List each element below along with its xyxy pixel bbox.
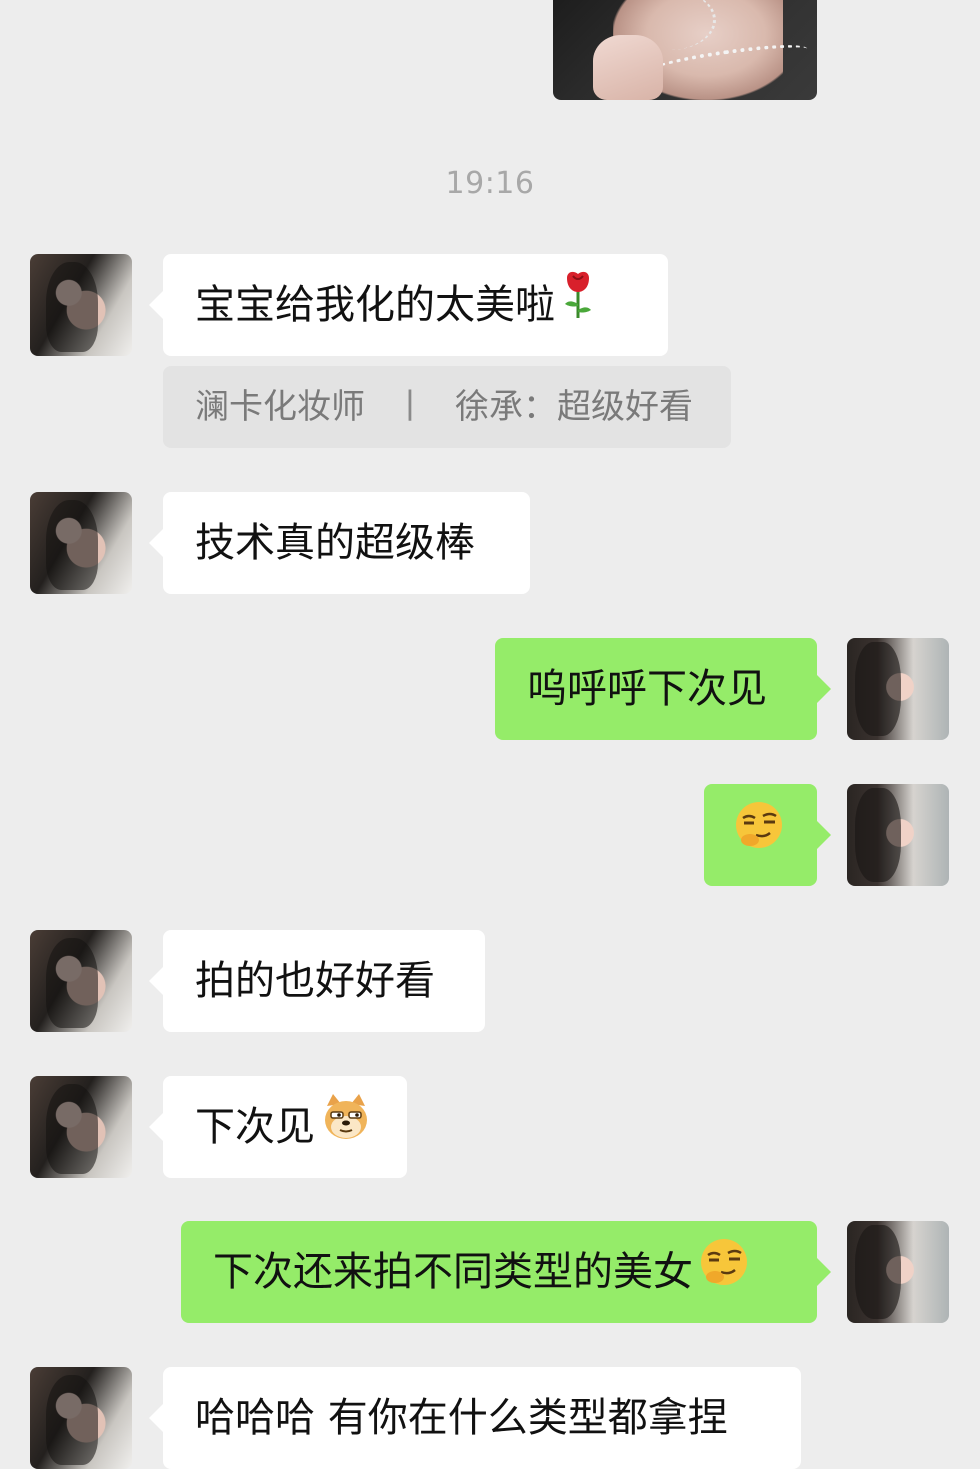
doge-emoji: [321, 1078, 371, 1180]
message-bubble[interactable]: [704, 784, 831, 888]
friend-avatar[interactable]: [30, 1076, 132, 1178]
friend-avatar[interactable]: [30, 254, 132, 356]
photo-message[interactable]: [553, 0, 817, 100]
friend-avatar[interactable]: [30, 930, 132, 1032]
message-text: 呜呼呼下次见: [527, 666, 767, 712]
friend-avatar[interactable]: [30, 492, 132, 594]
message-bubble[interactable]: 拍的也好好看: [149, 930, 485, 1032]
my-avatar[interactable]: [847, 638, 949, 740]
friend-avatar[interactable]: [30, 1367, 132, 1469]
rose-emoji: [561, 256, 595, 358]
message-bubble[interactable]: 下次还来拍不同类型的美女: [181, 1221, 831, 1325]
message-text: 宝宝给我化的太美啦: [195, 282, 555, 328]
my-avatar[interactable]: [847, 784, 949, 886]
message-text: 下次见: [195, 1104, 315, 1150]
message-bubble[interactable]: 技术真的超级棒: [149, 492, 530, 594]
my-avatar[interactable]: [847, 1221, 949, 1323]
message-timestamp: 19:16: [445, 166, 535, 201]
message-bubble[interactable]: 哈哈哈 有你在什么类型都拿捏: [149, 1367, 801, 1469]
message-bubble[interactable]: 呜呼呼下次见: [495, 638, 831, 740]
message-text: 拍的也好好看: [195, 958, 435, 1004]
smirk-emoji: [699, 1223, 749, 1325]
quote-sender: 澜卡化妆师: [195, 387, 365, 427]
message-text: 哈哈哈 有你在什么类型都拿捏: [195, 1395, 728, 1441]
quote-content: 徐承：超级好看: [455, 387, 693, 427]
quote-separator: 丨: [393, 387, 427, 427]
quoted-message[interactable]: 澜卡化妆师丨徐承：超级好看: [163, 366, 731, 448]
message-bubble[interactable]: 下次见: [149, 1076, 407, 1180]
photo-hand: [593, 35, 663, 100]
message-text: 下次还来拍不同类型的美女: [213, 1249, 693, 1295]
message-text: 技术真的超级棒: [195, 520, 475, 566]
message-bubble[interactable]: 宝宝给我化的太美啦: [149, 254, 668, 358]
smirk-emoji: [734, 786, 784, 888]
